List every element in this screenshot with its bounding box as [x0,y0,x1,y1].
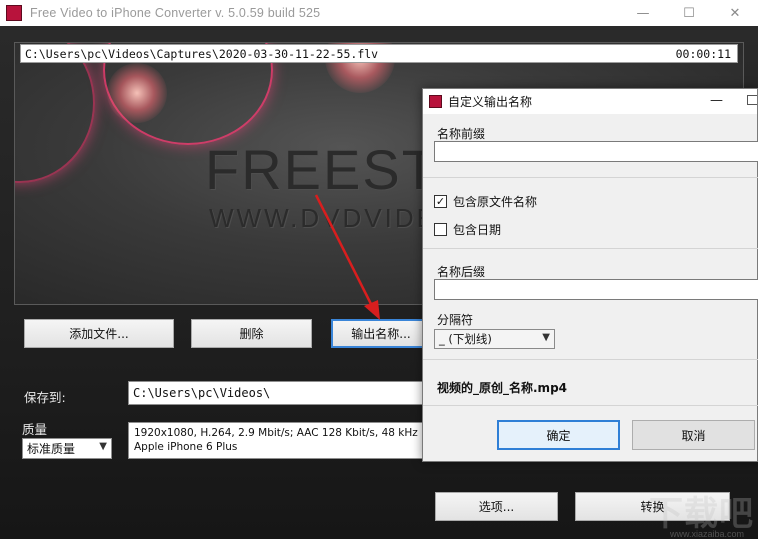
prefix-input[interactable] [434,141,758,162]
custom-output-name-dialog: 自定义输出名称 — 名称前缀 ✓ 包含原文件名称 包含日期 名称后缀 分隔符 _… [422,88,758,462]
options-button[interactable]: 选项... [435,492,558,521]
divider [423,405,758,406]
save-path-field[interactable]: C:\Users\pc\Videos\ [128,381,428,405]
include-original-row[interactable]: ✓ 包含原文件名称 [434,193,537,210]
corner-watermark-logo: 下载吧 [649,494,754,534]
file-list-item[interactable]: C:\Users\pc\Videos\Captures\2020-03-30-1… [20,44,738,63]
include-original-label: 包含原文件名称 [453,195,538,209]
delete-button[interactable]: 删除 [191,319,312,348]
separator-select[interactable]: _ (下划线) ▼ [434,329,555,349]
separator-label: 分隔符 [437,313,474,327]
app-icon [6,5,22,21]
include-date-label: 包含日期 [453,223,502,237]
dialog-minimize-button[interactable]: — [710,93,723,108]
save-to-label: 保存到: [24,390,66,405]
window-controls: — ☐ ✕ [620,0,758,26]
add-files-button[interactable]: 添加文件... [24,319,174,348]
minimize-button[interactable]: — [620,0,666,26]
dialog-maximize-button[interactable] [747,95,757,105]
glow-dot-decoration [107,63,167,123]
divider [423,248,758,249]
quality-selected: 标准质量 [27,442,76,456]
prefix-label: 名称前缀 [437,127,486,141]
suffix-label: 名称后缀 [437,265,486,279]
dialog-titlebar: 自定义输出名称 — [423,89,757,114]
divider [423,359,758,360]
quality-info-line2: Apple iPhone 6 Plus [134,441,238,453]
glow-ring-decoration [15,43,95,183]
dialog-title: 自定义输出名称 [448,95,533,109]
maximize-button[interactable]: ☐ [666,0,712,26]
chevron-down-icon: ▼ [542,332,550,343]
close-button[interactable]: ✕ [712,0,758,26]
separator-selected: _ (下划线) [439,332,492,346]
main-titlebar: Free Video to iPhone Converter v. 5.0.59… [0,0,758,26]
quality-select[interactable]: 标准质量 ▼ [22,438,112,459]
quality-info-box: 1920x1080, H.264, 2.9 Mbit/s; AAC 128 Kb… [128,422,428,459]
suffix-input[interactable] [434,279,758,300]
output-name-button[interactable]: 输出名称... [331,319,431,348]
ok-button[interactable]: 确定 [497,420,620,450]
include-date-checkbox[interactable] [434,223,447,236]
divider [423,177,758,178]
output-name-preview: 视频的_原创_名称.mp4 [437,381,568,395]
include-original-checkbox[interactable]: ✓ [434,195,447,208]
include-date-row[interactable]: 包含日期 [434,221,501,238]
check-icon: ✓ [435,195,446,208]
cancel-button[interactable]: 取消 [632,420,755,450]
dialog-app-icon [429,95,442,108]
quality-info-line1: 1920x1080, H.264, 2.9 Mbit/s; AAC 128 Kb… [134,427,418,439]
window-title: Free Video to iPhone Converter v. 5.0.59… [30,6,321,20]
quality-label: 质量 [22,422,48,437]
file-duration: 00:00:11 [675,46,731,61]
file-path: C:\Users\pc\Videos\Captures\2020-03-30-1… [25,46,379,61]
chevron-down-icon: ▼ [99,441,107,452]
corner-watermark-url: www.xiazaiba.com [669,529,744,539]
